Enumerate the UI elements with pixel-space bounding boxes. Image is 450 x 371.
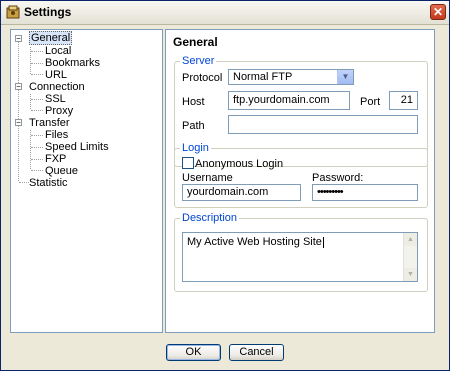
host-label: Host bbox=[182, 96, 205, 108]
password-input[interactable]: ••••••••• bbox=[312, 184, 418, 201]
tree-item-label: URL bbox=[45, 69, 68, 81]
tree-guide bbox=[30, 94, 31, 109]
tree-item-fxp[interactable]: FXP bbox=[45, 153, 66, 165]
tree-item-label: Speed Limits bbox=[45, 141, 109, 153]
tree-connector bbox=[31, 99, 43, 100]
anonymous-login-checkbox[interactable] bbox=[182, 157, 194, 169]
tree-item-files[interactable]: Files bbox=[45, 129, 68, 141]
cancel-button[interactable]: Cancel bbox=[229, 344, 284, 361]
tree-item-label: Bookmarks bbox=[45, 57, 101, 69]
port-input[interactable]: 21 bbox=[389, 91, 418, 110]
general-panel: General Server Protocol Normal FTP ▼ Hos… bbox=[165, 29, 435, 333]
tree-item-general[interactable]: General bbox=[29, 31, 73, 45]
tree-item-connection[interactable]: Connection bbox=[29, 81, 85, 93]
tree-item-label: FXP bbox=[45, 153, 67, 165]
tree-item-label: Local bbox=[45, 45, 72, 57]
tree-item-label: Statistic bbox=[29, 177, 68, 189]
close-button[interactable]: ✕ bbox=[430, 4, 446, 20]
tree-connector bbox=[31, 51, 43, 52]
settings-app-icon bbox=[6, 5, 20, 19]
tree-item-label: SSL bbox=[45, 93, 66, 105]
window-title: Settings bbox=[24, 5, 72, 19]
tree-item-transfer[interactable]: Transfer bbox=[29, 117, 70, 129]
chevron-down-icon[interactable]: ▼ bbox=[337, 70, 353, 84]
tree-connector bbox=[31, 170, 43, 171]
text-caret bbox=[322, 236, 324, 248]
ok-button[interactable]: OK bbox=[166, 344, 221, 361]
protocol-label: Protocol bbox=[182, 72, 223, 84]
tree-connector bbox=[31, 147, 43, 148]
tree-item-ssl[interactable]: SSL bbox=[45, 93, 66, 105]
tree-item-url[interactable]: URL bbox=[45, 69, 67, 81]
expand-transfer-icon[interactable]: − bbox=[15, 119, 22, 127]
expand-connection-icon[interactable]: − bbox=[15, 83, 22, 91]
tree-item-proxy[interactable]: Proxy bbox=[45, 105, 73, 117]
port-label: Port bbox=[360, 96, 381, 108]
tree-item-label: Connection bbox=[29, 81, 85, 93]
title-bar[interactable]: Settings ✕ bbox=[1, 1, 449, 25]
tree-connector bbox=[31, 63, 43, 64]
description-legend: Description bbox=[180, 212, 240, 224]
tree-guide bbox=[18, 41, 19, 181]
tree-item-label: Files bbox=[45, 129, 69, 141]
description-text: My Active Web Hosting Site bbox=[187, 236, 322, 248]
tree-item-queue[interactable]: Queue bbox=[45, 165, 78, 177]
tree-item-label: Queue bbox=[45, 165, 79, 177]
tree-connector bbox=[31, 74, 43, 75]
password-label: Password: bbox=[312, 172, 364, 184]
tree-item-label: Transfer bbox=[29, 117, 70, 129]
page-title: General bbox=[173, 35, 218, 49]
login-group: Login Anonymous Login Username yourdomai… bbox=[174, 142, 428, 208]
path-label: Path bbox=[182, 120, 205, 132]
username-input[interactable]: yourdomain.com bbox=[182, 184, 301, 201]
tree-item-label: Proxy bbox=[45, 105, 74, 117]
username-label: Username bbox=[182, 172, 233, 184]
description-group: Description My Active Web Hosting Site ▲… bbox=[174, 212, 428, 292]
tree-connector bbox=[19, 182, 29, 183]
server-legend: Server bbox=[180, 55, 217, 67]
protocol-value: Normal FTP bbox=[233, 71, 293, 83]
tree-item-bookmarks[interactable]: Bookmarks bbox=[45, 57, 100, 69]
scroll-down-icon[interactable]: ▼ bbox=[404, 268, 417, 281]
close-icon: ✕ bbox=[432, 5, 444, 19]
description-scrollbar[interactable]: ▲ ▼ bbox=[403, 233, 417, 281]
settings-window: Settings ✕ − General Local Bookmarks URL… bbox=[0, 0, 450, 371]
tree-connector bbox=[31, 159, 43, 160]
protocol-select[interactable]: Normal FTP ▼ bbox=[228, 69, 354, 85]
settings-tree: − General Local Bookmarks URL − Connecti… bbox=[10, 29, 163, 333]
host-input[interactable]: ftp.yourdomain.com bbox=[228, 91, 350, 110]
description-textarea[interactable]: My Active Web Hosting Site ▲ ▼ bbox=[182, 232, 418, 282]
login-legend: Login bbox=[180, 142, 211, 154]
tree-item-statistic[interactable]: Statistic bbox=[29, 177, 68, 189]
anonymous-login-label[interactable]: Anonymous Login bbox=[195, 158, 283, 170]
tree-item-label: General bbox=[29, 31, 73, 45]
tree-item-local[interactable]: Local bbox=[45, 45, 71, 57]
path-input[interactable] bbox=[228, 115, 418, 134]
expand-general-icon[interactable]: − bbox=[15, 35, 22, 43]
tree-item-speed-limits[interactable]: Speed Limits bbox=[45, 141, 109, 153]
scroll-up-icon[interactable]: ▲ bbox=[404, 233, 417, 246]
tree-connector bbox=[31, 135, 43, 136]
tree-connector bbox=[31, 110, 43, 111]
